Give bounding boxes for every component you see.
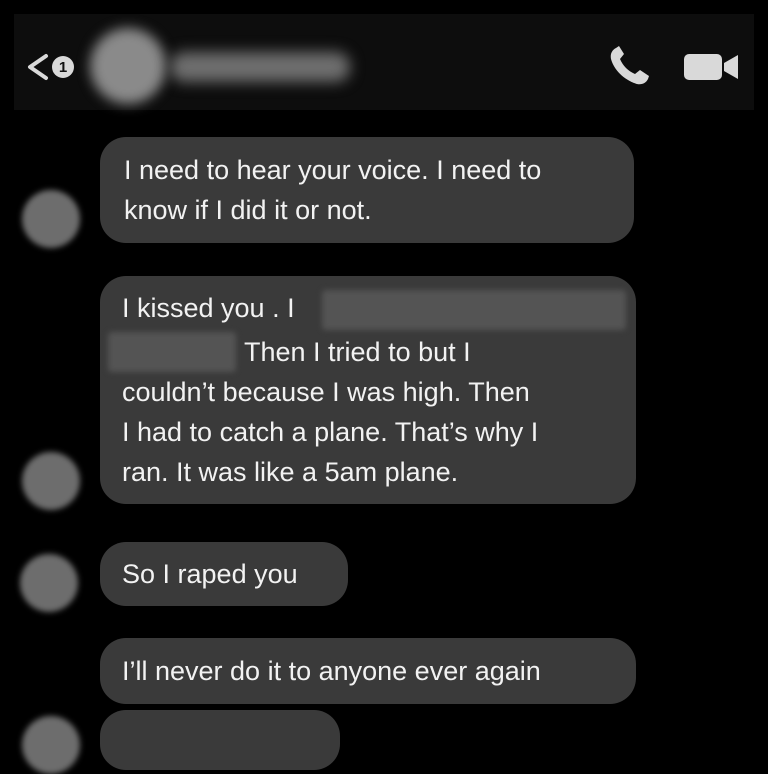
message-bubble: I need to hear your voice. I need to kno… bbox=[100, 137, 634, 243]
chevron-left-icon[interactable] bbox=[24, 52, 52, 82]
message-bubble-partial bbox=[100, 710, 340, 770]
video-camera-icon[interactable] bbox=[684, 50, 740, 84]
contact-name-redacted[interactable] bbox=[170, 52, 350, 82]
message-text: So I raped you bbox=[122, 559, 298, 589]
sender-avatar bbox=[22, 190, 80, 248]
message-bubble: So I raped you bbox=[100, 542, 348, 606]
sender-avatar bbox=[22, 716, 80, 774]
message-bubble: I kissed you . I Then I tried to but I c… bbox=[100, 276, 636, 504]
contact-avatar[interactable] bbox=[90, 28, 166, 104]
unread-badge: 1 bbox=[52, 56, 74, 78]
sender-avatar bbox=[22, 452, 80, 510]
message-text: Then I tried to but I bbox=[244, 337, 471, 367]
sender-avatar bbox=[20, 554, 78, 612]
message-text: I kissed you . I bbox=[122, 293, 295, 323]
message-text: couldn’t because I was high. Then I had … bbox=[122, 377, 539, 487]
message-text: I’ll never do it to anyone ever again bbox=[122, 656, 541, 686]
phone-icon[interactable] bbox=[606, 44, 654, 88]
redacted-text bbox=[322, 290, 626, 330]
redacted-text bbox=[108, 332, 236, 372]
message-bubble: I’ll never do it to anyone ever again bbox=[100, 638, 636, 704]
message-text: I need to hear your voice. I need to kno… bbox=[124, 155, 542, 225]
